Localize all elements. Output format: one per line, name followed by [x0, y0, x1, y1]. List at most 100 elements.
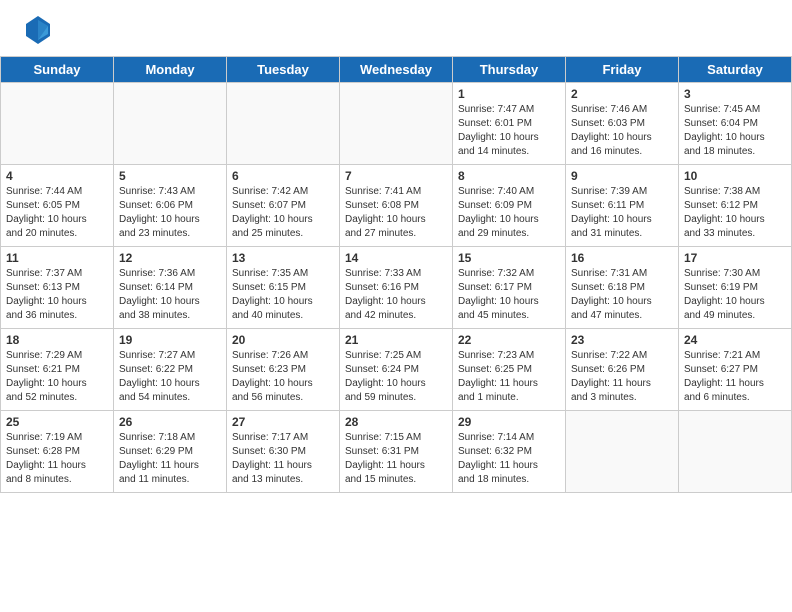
day-info: Sunrise: 7:30 AM Sunset: 6:19 PM Dayligh…	[684, 267, 786, 323]
day-number: 27	[232, 415, 334, 429]
day-info: Sunrise: 7:41 AM Sunset: 6:08 PM Dayligh…	[345, 185, 447, 241]
day-number: 2	[571, 87, 673, 101]
day-number: 19	[119, 333, 221, 347]
weekday-header-thursday: Thursday	[453, 57, 566, 83]
day-number: 11	[6, 251, 108, 265]
day-info: Sunrise: 7:47 AM Sunset: 6:01 PM Dayligh…	[458, 103, 560, 159]
day-info: Sunrise: 7:37 AM Sunset: 6:13 PM Dayligh…	[6, 267, 108, 323]
day-number: 22	[458, 333, 560, 347]
day-number: 24	[684, 333, 786, 347]
page-header	[0, 0, 792, 56]
calendar-cell	[1, 83, 114, 165]
day-info: Sunrise: 7:18 AM Sunset: 6:29 PM Dayligh…	[119, 431, 221, 487]
logo	[20, 12, 60, 48]
calendar-cell: 1 Sunrise: 7:47 AM Sunset: 6:01 PM Daylig…	[453, 83, 566, 165]
calendar-cell	[340, 83, 453, 165]
weekday-header-row: SundayMondayTuesdayWednesdayThursdayFrid…	[1, 57, 792, 83]
calendar-cell: 2 Sunrise: 7:46 AM Sunset: 6:03 PM Daylig…	[566, 83, 679, 165]
day-info: Sunrise: 7:19 AM Sunset: 6:28 PM Dayligh…	[6, 431, 108, 487]
calendar-cell: 11 Sunrise: 7:37 AM Sunset: 6:13 PM Dayli…	[1, 247, 114, 329]
day-number: 25	[6, 415, 108, 429]
calendar-cell: 26 Sunrise: 7:18 AM Sunset: 6:29 PM Dayli…	[114, 411, 227, 493]
calendar-cell: 6 Sunrise: 7:42 AM Sunset: 6:07 PM Daylig…	[227, 165, 340, 247]
day-info: Sunrise: 7:42 AM Sunset: 6:07 PM Dayligh…	[232, 185, 334, 241]
calendar-cell: 5 Sunrise: 7:43 AM Sunset: 6:06 PM Daylig…	[114, 165, 227, 247]
calendar-cell: 14 Sunrise: 7:33 AM Sunset: 6:16 PM Dayli…	[340, 247, 453, 329]
day-info: Sunrise: 7:44 AM Sunset: 6:05 PM Dayligh…	[6, 185, 108, 241]
calendar-cell: 21 Sunrise: 7:25 AM Sunset: 6:24 PM Dayli…	[340, 329, 453, 411]
day-number: 8	[458, 169, 560, 183]
calendar-cell: 4 Sunrise: 7:44 AM Sunset: 6:05 PM Daylig…	[1, 165, 114, 247]
day-number: 20	[232, 333, 334, 347]
weekday-header-friday: Friday	[566, 57, 679, 83]
day-number: 7	[345, 169, 447, 183]
weekday-header-monday: Monday	[114, 57, 227, 83]
day-info: Sunrise: 7:43 AM Sunset: 6:06 PM Dayligh…	[119, 185, 221, 241]
day-info: Sunrise: 7:21 AM Sunset: 6:27 PM Dayligh…	[684, 349, 786, 405]
calendar-cell: 24 Sunrise: 7:21 AM Sunset: 6:27 PM Dayli…	[679, 329, 792, 411]
day-number: 21	[345, 333, 447, 347]
day-number: 28	[345, 415, 447, 429]
calendar-cell: 27 Sunrise: 7:17 AM Sunset: 6:30 PM Dayli…	[227, 411, 340, 493]
week-row-0: 1 Sunrise: 7:47 AM Sunset: 6:01 PM Daylig…	[1, 83, 792, 165]
calendar-cell: 17 Sunrise: 7:30 AM Sunset: 6:19 PM Dayli…	[679, 247, 792, 329]
day-info: Sunrise: 7:39 AM Sunset: 6:11 PM Dayligh…	[571, 185, 673, 241]
calendar-cell: 9 Sunrise: 7:39 AM Sunset: 6:11 PM Daylig…	[566, 165, 679, 247]
day-info: Sunrise: 7:36 AM Sunset: 6:14 PM Dayligh…	[119, 267, 221, 323]
weekday-header-sunday: Sunday	[1, 57, 114, 83]
weekday-header-tuesday: Tuesday	[227, 57, 340, 83]
day-number: 29	[458, 415, 560, 429]
weekday-header-saturday: Saturday	[679, 57, 792, 83]
day-info: Sunrise: 7:33 AM Sunset: 6:16 PM Dayligh…	[345, 267, 447, 323]
calendar-cell	[227, 83, 340, 165]
day-number: 13	[232, 251, 334, 265]
day-number: 1	[458, 87, 560, 101]
day-number: 17	[684, 251, 786, 265]
day-number: 14	[345, 251, 447, 265]
calendar-cell: 23 Sunrise: 7:22 AM Sunset: 6:26 PM Dayli…	[566, 329, 679, 411]
day-info: Sunrise: 7:29 AM Sunset: 6:21 PM Dayligh…	[6, 349, 108, 405]
day-number: 3	[684, 87, 786, 101]
day-info: Sunrise: 7:31 AM Sunset: 6:18 PM Dayligh…	[571, 267, 673, 323]
calendar-cell: 25 Sunrise: 7:19 AM Sunset: 6:28 PM Dayli…	[1, 411, 114, 493]
calendar-cell: 12Sunrise: 7:36 AM Sunset: 6:14 PM Dayli…	[114, 247, 227, 329]
day-number: 23	[571, 333, 673, 347]
calendar-cell: 16 Sunrise: 7:31 AM Sunset: 6:18 PM Dayli…	[566, 247, 679, 329]
calendar-cell: 29 Sunrise: 7:14 AM Sunset: 6:32 PM Dayli…	[453, 411, 566, 493]
day-info: Sunrise: 7:22 AM Sunset: 6:26 PM Dayligh…	[571, 349, 673, 405]
day-info: Sunrise: 7:17 AM Sunset: 6:30 PM Dayligh…	[232, 431, 334, 487]
weekday-header-wednesday: Wednesday	[340, 57, 453, 83]
calendar-cell: 10Sunrise: 7:38 AM Sunset: 6:12 PM Dayli…	[679, 165, 792, 247]
day-number: 6	[232, 169, 334, 183]
day-info: Sunrise: 7:25 AM Sunset: 6:24 PM Dayligh…	[345, 349, 447, 405]
calendar-cell: 7 Sunrise: 7:41 AM Sunset: 6:08 PM Daylig…	[340, 165, 453, 247]
day-info: Sunrise: 7:35 AM Sunset: 6:15 PM Dayligh…	[232, 267, 334, 323]
day-info: Sunrise: 7:15 AM Sunset: 6:31 PM Dayligh…	[345, 431, 447, 487]
day-number: 9	[571, 169, 673, 183]
calendar-cell	[114, 83, 227, 165]
calendar-cell: 28 Sunrise: 7:15 AM Sunset: 6:31 PM Dayli…	[340, 411, 453, 493]
day-number: 5	[119, 169, 221, 183]
day-info: Sunrise: 7:46 AM Sunset: 6:03 PM Dayligh…	[571, 103, 673, 159]
day-number: 15	[458, 251, 560, 265]
day-info: Sunrise: 7:40 AM Sunset: 6:09 PM Dayligh…	[458, 185, 560, 241]
day-info: Sunrise: 7:26 AM Sunset: 6:23 PM Dayligh…	[232, 349, 334, 405]
calendar-table: SundayMondayTuesdayWednesdayThursdayFrid…	[0, 56, 792, 493]
day-info: Sunrise: 7:38 AM Sunset: 6:12 PM Dayligh…	[684, 185, 786, 241]
week-row-3: 18 Sunrise: 7:29 AM Sunset: 6:21 PM Dayli…	[1, 329, 792, 411]
calendar-cell	[679, 411, 792, 493]
logo-icon	[20, 12, 56, 48]
day-number: 16	[571, 251, 673, 265]
day-info: Sunrise: 7:23 AM Sunset: 6:25 PM Dayligh…	[458, 349, 560, 405]
day-info: Sunrise: 7:45 AM Sunset: 6:04 PM Dayligh…	[684, 103, 786, 159]
day-number: 18	[6, 333, 108, 347]
day-info: Sunrise: 7:14 AM Sunset: 6:32 PM Dayligh…	[458, 431, 560, 487]
calendar-cell: 18 Sunrise: 7:29 AM Sunset: 6:21 PM Dayli…	[1, 329, 114, 411]
week-row-4: 25 Sunrise: 7:19 AM Sunset: 6:28 PM Dayli…	[1, 411, 792, 493]
calendar-cell: 3 Sunrise: 7:45 AM Sunset: 6:04 PM Daylig…	[679, 83, 792, 165]
day-number: 4	[6, 169, 108, 183]
day-info: Sunrise: 7:32 AM Sunset: 6:17 PM Dayligh…	[458, 267, 560, 323]
day-number: 26	[119, 415, 221, 429]
calendar-cell	[566, 411, 679, 493]
calendar-cell: 20 Sunrise: 7:26 AM Sunset: 6:23 PM Dayli…	[227, 329, 340, 411]
